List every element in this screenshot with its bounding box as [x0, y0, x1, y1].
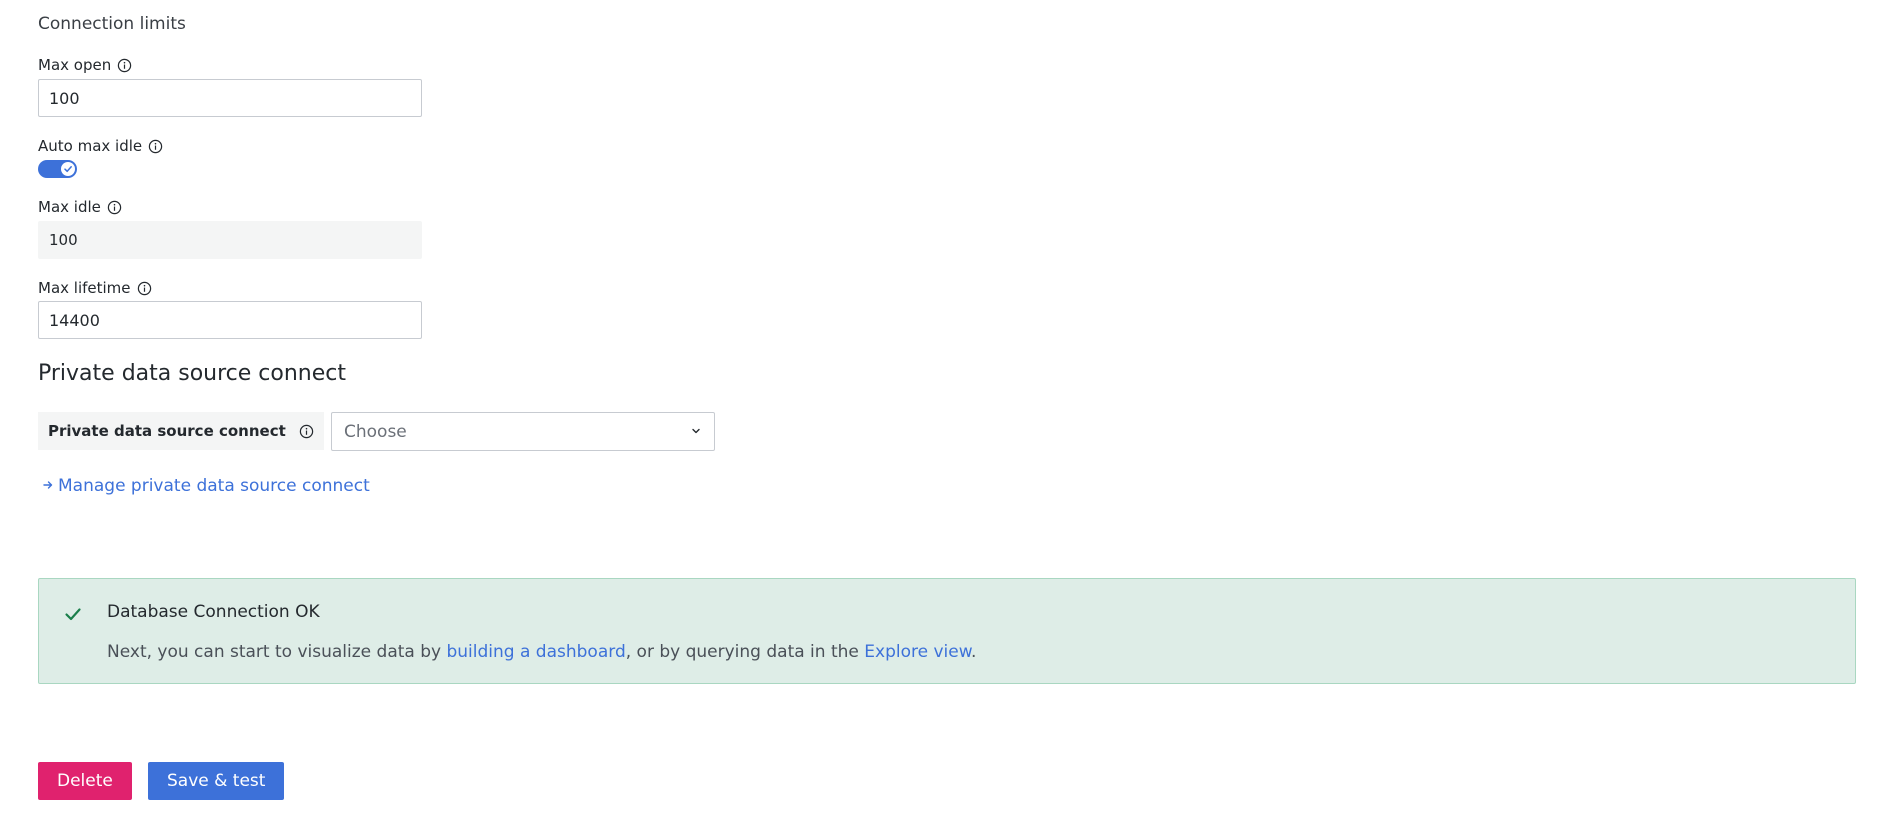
connection-success-alert: Database Connection OK Next, you can sta…: [38, 578, 1856, 684]
building-dashboard-link[interactable]: building a dashboard: [446, 642, 625, 662]
auto-max-idle-toggle[interactable]: [38, 160, 77, 178]
connection-limits-title: Connection limits: [38, 14, 186, 34]
delete-button[interactable]: Delete: [38, 762, 132, 800]
alert-text-middle: , or by querying data in the: [625, 642, 865, 662]
alert-text-after: .: [971, 642, 977, 662]
alert-text-before: Next, you can start to visualize data by: [107, 642, 447, 662]
info-icon[interactable]: [299, 424, 314, 439]
check-icon: [63, 604, 83, 628]
max-open-input[interactable]: [38, 79, 422, 117]
max-open-label-text: Max open: [38, 56, 112, 74]
explore-view-link[interactable]: Explore view: [864, 642, 971, 662]
chevron-down-icon: [690, 422, 702, 442]
auto-max-idle-label: Auto max idle: [38, 137, 163, 155]
alert-title: Database Connection OK: [107, 602, 320, 622]
info-icon[interactable]: [117, 58, 132, 73]
toggle-knob: [61, 162, 75, 176]
private-data-source-heading: Private data source connect: [38, 361, 346, 386]
auto-max-idle-label-text: Auto max idle: [38, 137, 143, 155]
alert-text: Next, you can start to visualize data by…: [107, 642, 976, 662]
manage-link-text: Manage private data source connect: [58, 476, 370, 496]
max-lifetime-label-text: Max lifetime: [38, 279, 131, 297]
private-data-source-label: Private data source connect: [38, 412, 324, 450]
info-icon[interactable]: [148, 139, 163, 154]
max-idle-label: Max idle: [38, 198, 122, 216]
check-icon: [64, 166, 72, 173]
manage-private-data-source-link[interactable]: Manage private data source connect: [42, 476, 370, 496]
info-icon[interactable]: [107, 200, 122, 215]
max-idle-label-text: Max idle: [38, 198, 101, 216]
select-placeholder: Choose: [344, 421, 407, 442]
save-and-test-button[interactable]: Save & test: [148, 762, 285, 800]
info-icon[interactable]: [137, 281, 152, 296]
max-idle-input: [38, 221, 422, 259]
max-lifetime-input[interactable]: [38, 301, 422, 339]
private-data-source-select[interactable]: Choose: [331, 412, 715, 451]
max-lifetime-label: Max lifetime: [38, 279, 152, 297]
private-data-source-label-text: Private data source connect: [48, 422, 286, 440]
max-open-label: Max open: [38, 56, 132, 74]
arrow-right-icon: [42, 476, 54, 496]
